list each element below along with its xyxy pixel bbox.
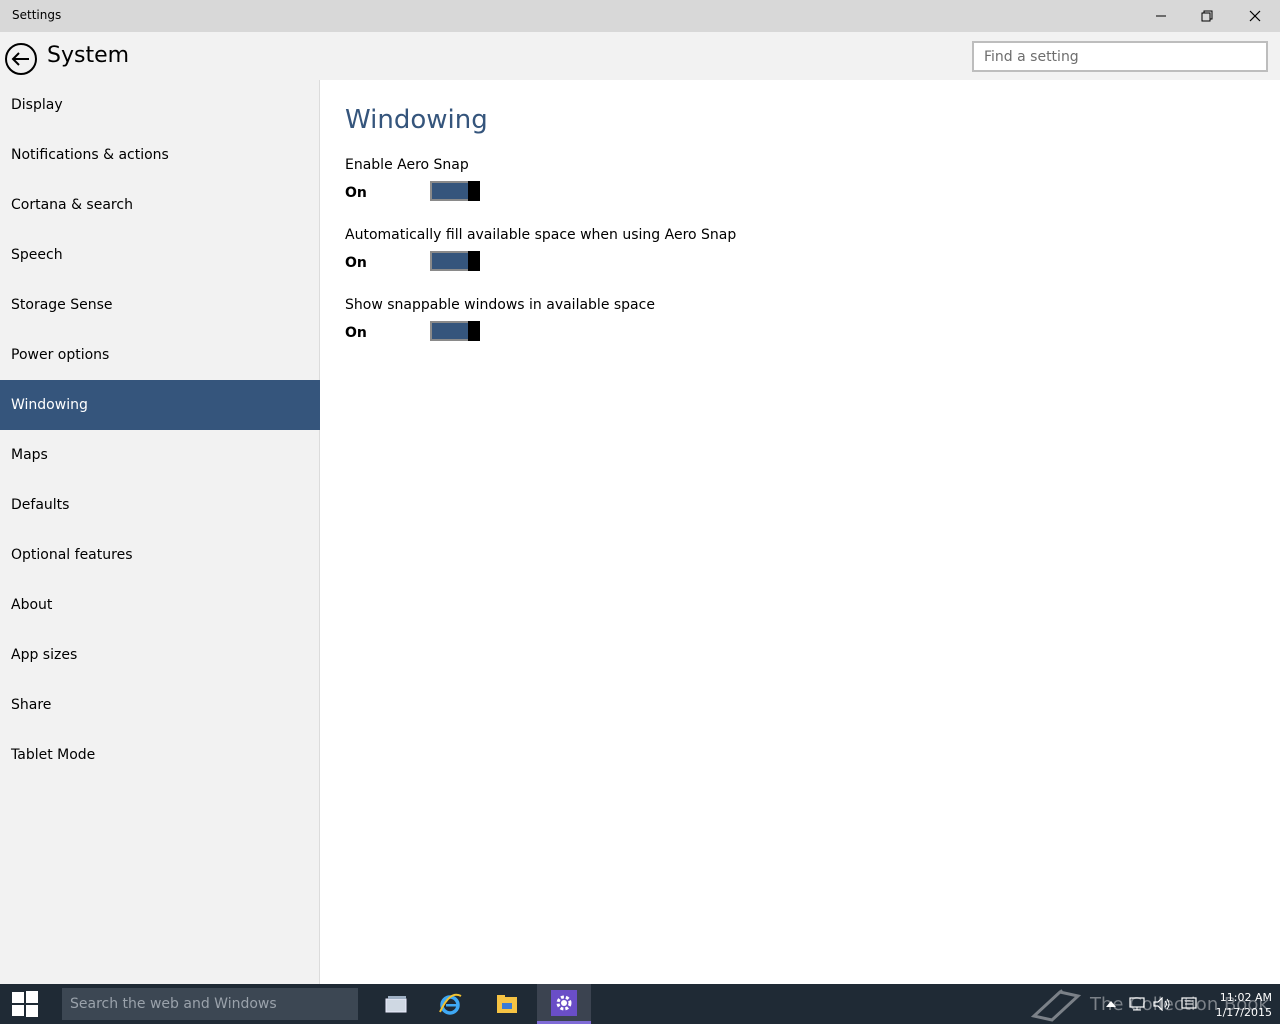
- internet-explorer-button[interactable]: [423, 984, 477, 1024]
- network-icon: [1129, 997, 1145, 1011]
- sidebar-item-label: Optional features: [11, 547, 133, 563]
- page-title: System: [47, 43, 130, 68]
- snappable-windows-toggle[interactable]: [430, 321, 480, 341]
- sidebar-item-label: Display: [11, 97, 63, 113]
- window-title: Settings: [12, 8, 62, 22]
- close-button[interactable]: [1232, 0, 1278, 32]
- windows-logo-icon: [12, 991, 38, 1017]
- setting-label: Enable Aero Snap: [345, 157, 469, 173]
- book-logo-icon: [1030, 989, 1082, 1022]
- message-icon: [1181, 997, 1197, 1009]
- setting-auto-fill-space: Automatically fill available space when …: [345, 227, 945, 279]
- toggle-state-text: On: [345, 185, 367, 201]
- settings-search-input[interactable]: [974, 43, 1266, 70]
- toggle-state-text: On: [345, 255, 367, 271]
- taskbar: The Collection Book 11:02 AM 1/17/2015: [0, 984, 1280, 1024]
- sidebar-item-maps[interactable]: Maps: [0, 430, 320, 480]
- sidebar-item-label: App sizes: [11, 647, 78, 663]
- sidebar-item-defaults[interactable]: Defaults: [0, 480, 320, 530]
- taskbar-search-input[interactable]: [62, 988, 358, 1020]
- sidebar-item-label: About: [11, 597, 53, 613]
- internet-explorer-icon: [439, 993, 462, 1015]
- clock-date: 1/17/2015: [1215, 1006, 1272, 1019]
- chevron-up-icon: [1106, 1001, 1116, 1007]
- sidebar-item-label: Defaults: [11, 497, 70, 513]
- sidebar-item-label: Tablet Mode: [11, 747, 96, 763]
- aero-snap-toggle[interactable]: [430, 181, 480, 201]
- network-tray-button[interactable]: [1127, 996, 1147, 1012]
- sidebar-item-share[interactable]: Share: [0, 680, 320, 730]
- file-explorer-button[interactable]: [480, 984, 534, 1024]
- title-bar: Settings: [0, 0, 1280, 32]
- volume-icon: [1153, 997, 1170, 1011]
- minimize-icon: [1156, 15, 1166, 17]
- sidebar-item-label: Maps: [11, 447, 48, 463]
- restore-icon: [1201, 10, 1213, 22]
- sidebar-item-windowing[interactable]: Windowing: [0, 380, 320, 430]
- sidebar-item-power-options[interactable]: Power options: [0, 330, 320, 380]
- action-center-button[interactable]: [1179, 996, 1199, 1012]
- task-view-button[interactable]: [369, 984, 423, 1024]
- back-button[interactable]: [4, 42, 38, 76]
- section-heading: Windowing: [345, 105, 488, 135]
- settings-gear-icon: [551, 989, 577, 1016]
- sidebar-item-cortana-search[interactable]: Cortana & search: [0, 180, 320, 230]
- sidebar: Display Notifications & actions Cortana …: [0, 80, 320, 984]
- task-view-icon: [385, 996, 407, 1013]
- sidebar-item-label: Cortana & search: [11, 197, 133, 213]
- start-button[interactable]: [0, 984, 50, 1024]
- sidebar-item-label: Storage Sense: [11, 297, 113, 313]
- taskbar-search-box[interactable]: [62, 988, 358, 1020]
- sidebar-item-about[interactable]: About: [0, 580, 320, 630]
- sidebar-item-display[interactable]: Display: [0, 80, 320, 130]
- minimize-button[interactable]: [1138, 0, 1184, 32]
- sidebar-item-notifications-actions[interactable]: Notifications & actions: [0, 130, 320, 180]
- toggle-state-text: On: [345, 325, 367, 341]
- back-arrow-icon: [5, 43, 37, 75]
- setting-label: Show snappable windows in available spac…: [345, 297, 655, 313]
- file-explorer-icon: [497, 995, 517, 1013]
- settings-app-button[interactable]: [537, 984, 591, 1024]
- restore-button[interactable]: [1184, 0, 1230, 32]
- sidebar-item-label: Share: [11, 697, 52, 713]
- sidebar-item-label: Speech: [11, 247, 63, 263]
- clock-time: 11:02 AM: [1219, 991, 1272, 1004]
- show-hidden-icons-button[interactable]: [1101, 996, 1121, 1012]
- toggle-thumb[interactable]: [468, 251, 480, 271]
- sidebar-item-app-sizes[interactable]: App sizes: [0, 630, 320, 680]
- header: System: [0, 32, 1280, 80]
- toggle-thumb[interactable]: [468, 321, 480, 341]
- sidebar-item-label: Windowing: [11, 397, 88, 413]
- sidebar-item-storage-sense[interactable]: Storage Sense: [0, 280, 320, 330]
- settings-search-box[interactable]: [972, 41, 1268, 72]
- sidebar-item-label: Power options: [11, 347, 110, 363]
- sidebar-item-tablet-mode[interactable]: Tablet Mode: [0, 730, 320, 780]
- toggle-thumb[interactable]: [468, 181, 480, 201]
- sidebar-item-label: Notifications & actions: [11, 147, 169, 163]
- sidebar-item-optional-features[interactable]: Optional features: [0, 530, 320, 580]
- setting-label: Automatically fill available space when …: [345, 227, 737, 243]
- setting-enable-aero-snap: Enable Aero Snap On: [345, 157, 945, 209]
- main-content: Windowing Enable Aero Snap On Automatica…: [321, 80, 1280, 984]
- close-icon: [1249, 10, 1261, 22]
- sidebar-item-speech[interactable]: Speech: [0, 230, 320, 280]
- auto-fill-toggle[interactable]: [430, 251, 480, 271]
- volume-tray-button[interactable]: [1152, 996, 1172, 1012]
- taskbar-clock[interactable]: 11:02 AM 1/17/2015: [1204, 990, 1272, 1020]
- setting-show-snappable-windows: Show snappable windows in available spac…: [345, 297, 945, 349]
